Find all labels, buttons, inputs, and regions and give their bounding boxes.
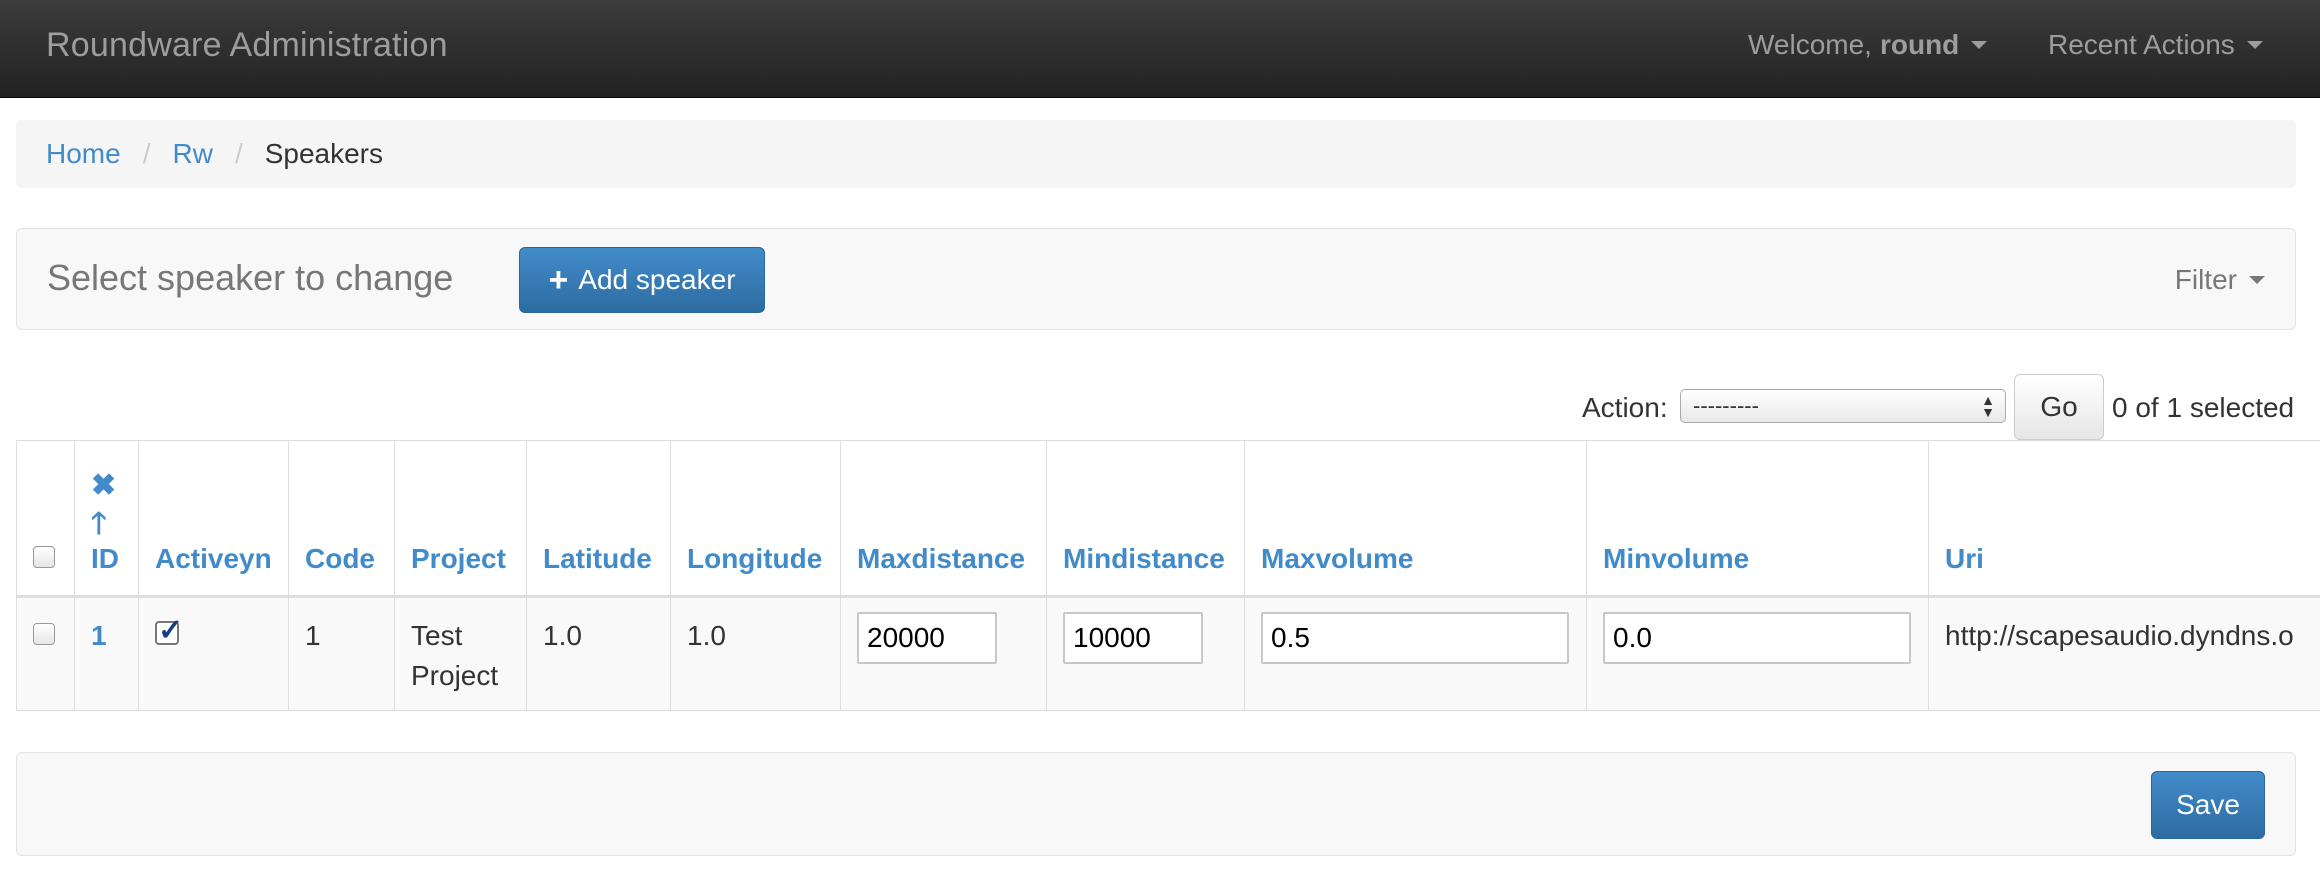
add-speaker-label: Add speaker xyxy=(578,264,736,295)
breadcrumb: Home / Rw / Speakers xyxy=(16,120,2296,188)
minvolume-input[interactable] xyxy=(1603,612,1911,664)
plus-icon: + xyxy=(548,261,569,299)
action-label: Action: xyxy=(1582,392,1668,423)
row-select-checkbox[interactable] xyxy=(33,623,55,645)
cell-code: 1 xyxy=(288,596,395,711)
column-header-activeyn[interactable]: Activeyn xyxy=(138,440,289,597)
mindistance-input[interactable] xyxy=(1063,612,1203,664)
cell-maxdistance xyxy=(840,596,1047,711)
sort-remove-icon[interactable]: ✖ xyxy=(91,467,122,505)
cell-maxvolume xyxy=(1244,596,1587,711)
site-brand[interactable]: Roundware Administration xyxy=(46,22,448,68)
column-header-code[interactable]: Code xyxy=(288,440,395,597)
table-header-row: ✖ 🡑 ID Activeyn Code Project Latitude Lo… xyxy=(16,440,2320,597)
column-header-minvolume[interactable]: Minvolume xyxy=(1586,440,1929,597)
results-table: ✖ 🡑 ID Activeyn Code Project Latitude Lo… xyxy=(16,440,2320,711)
column-header-maxvolume[interactable]: Maxvolume xyxy=(1244,440,1587,597)
recent-actions-menu[interactable]: Recent Actions xyxy=(2048,22,2263,68)
user-menu[interactable]: Welcome, round xyxy=(1748,22,1988,68)
action-bar: Action: --------- ▲ ▼ Go 0 of 1 selected xyxy=(1580,372,2300,440)
cell-id: 1 xyxy=(74,596,139,711)
filter-label: Filter xyxy=(2174,264,2237,295)
select-all-checkbox[interactable] xyxy=(33,546,55,568)
maxdistance-input[interactable] xyxy=(857,612,997,664)
caret-down-icon xyxy=(2246,41,2263,49)
top-navbar: Roundware Administration Welcome, round … xyxy=(0,0,2320,98)
sort-ascending-icon[interactable]: 🡑 xyxy=(91,505,122,543)
username: round xyxy=(1879,29,1960,60)
column-header-project[interactable]: Project xyxy=(394,440,527,597)
column-header-longitude[interactable]: Longitude xyxy=(670,440,841,597)
table-row: 1 ✓ 1 Test Project 1.0 1.0 20000 10000 0… xyxy=(16,596,2320,711)
column-label: ID xyxy=(91,543,119,574)
results-table-wrapper: ✖ 🡑 ID Activeyn Code Project Latitude Lo… xyxy=(16,440,2320,712)
maxvolume-input[interactable] xyxy=(1261,612,1569,664)
caret-down-icon xyxy=(2249,276,2265,284)
selected-count: 0 of 1 selected xyxy=(2112,392,2295,423)
action-select[interactable]: --------- ▲ ▼ xyxy=(1680,389,2006,423)
welcome-text: Welcome, xyxy=(1748,29,1872,60)
go-button[interactable]: Go xyxy=(2014,374,2104,440)
save-button[interactable]: Save xyxy=(2151,771,2265,839)
cell-latitude: 1.0 xyxy=(526,596,671,711)
breadcrumb-separator: / xyxy=(234,138,243,169)
cell-activeyn: ✓ xyxy=(138,596,289,711)
add-speaker-button[interactable]: + Add speaker xyxy=(519,247,765,313)
cell-project: Test Project xyxy=(394,596,527,711)
row-id-link[interactable]: 1 xyxy=(91,620,107,651)
cell-longitude: 1.0 xyxy=(670,596,841,711)
caret-down-icon xyxy=(1971,41,1988,49)
checkmark-icon: ✓ xyxy=(158,614,184,647)
submit-row: Save xyxy=(16,752,2296,856)
action-select-value: --------- xyxy=(1693,393,1759,418)
column-header-uri[interactable]: Uri xyxy=(1928,440,2320,597)
column-header-mindistance[interactable]: Mindistance xyxy=(1046,440,1245,597)
select-arrows-icon: ▲ ▼ xyxy=(1981,392,1995,420)
activeyn-checkbox[interactable]: ✓ xyxy=(155,614,183,647)
select-all-cell xyxy=(16,440,75,597)
cell-mindistance xyxy=(1046,596,1245,711)
breadcrumb-separator: / xyxy=(142,138,151,169)
changelist-header: Select speaker to change + Add speaker F… xyxy=(16,228,2296,330)
row-select-cell xyxy=(16,596,75,711)
column-header-latitude[interactable]: Latitude xyxy=(526,440,671,597)
recent-actions-label: Recent Actions xyxy=(2048,29,2235,60)
filter-dropdown[interactable]: Filter xyxy=(2175,257,2265,303)
cell-minvolume xyxy=(1586,596,1929,711)
column-header-id[interactable]: ✖ 🡑 ID xyxy=(74,440,139,597)
breadcrumb-current: Speakers xyxy=(264,138,384,169)
column-header-maxdistance[interactable]: Maxdistance xyxy=(840,440,1047,597)
breadcrumb-app[interactable]: Rw xyxy=(172,138,212,170)
cell-uri: http://scapesaudio.dyndns.o xyxy=(1928,596,2320,711)
breadcrumb-home[interactable]: Home xyxy=(46,138,121,170)
page-title: Select speaker to change xyxy=(47,257,454,298)
